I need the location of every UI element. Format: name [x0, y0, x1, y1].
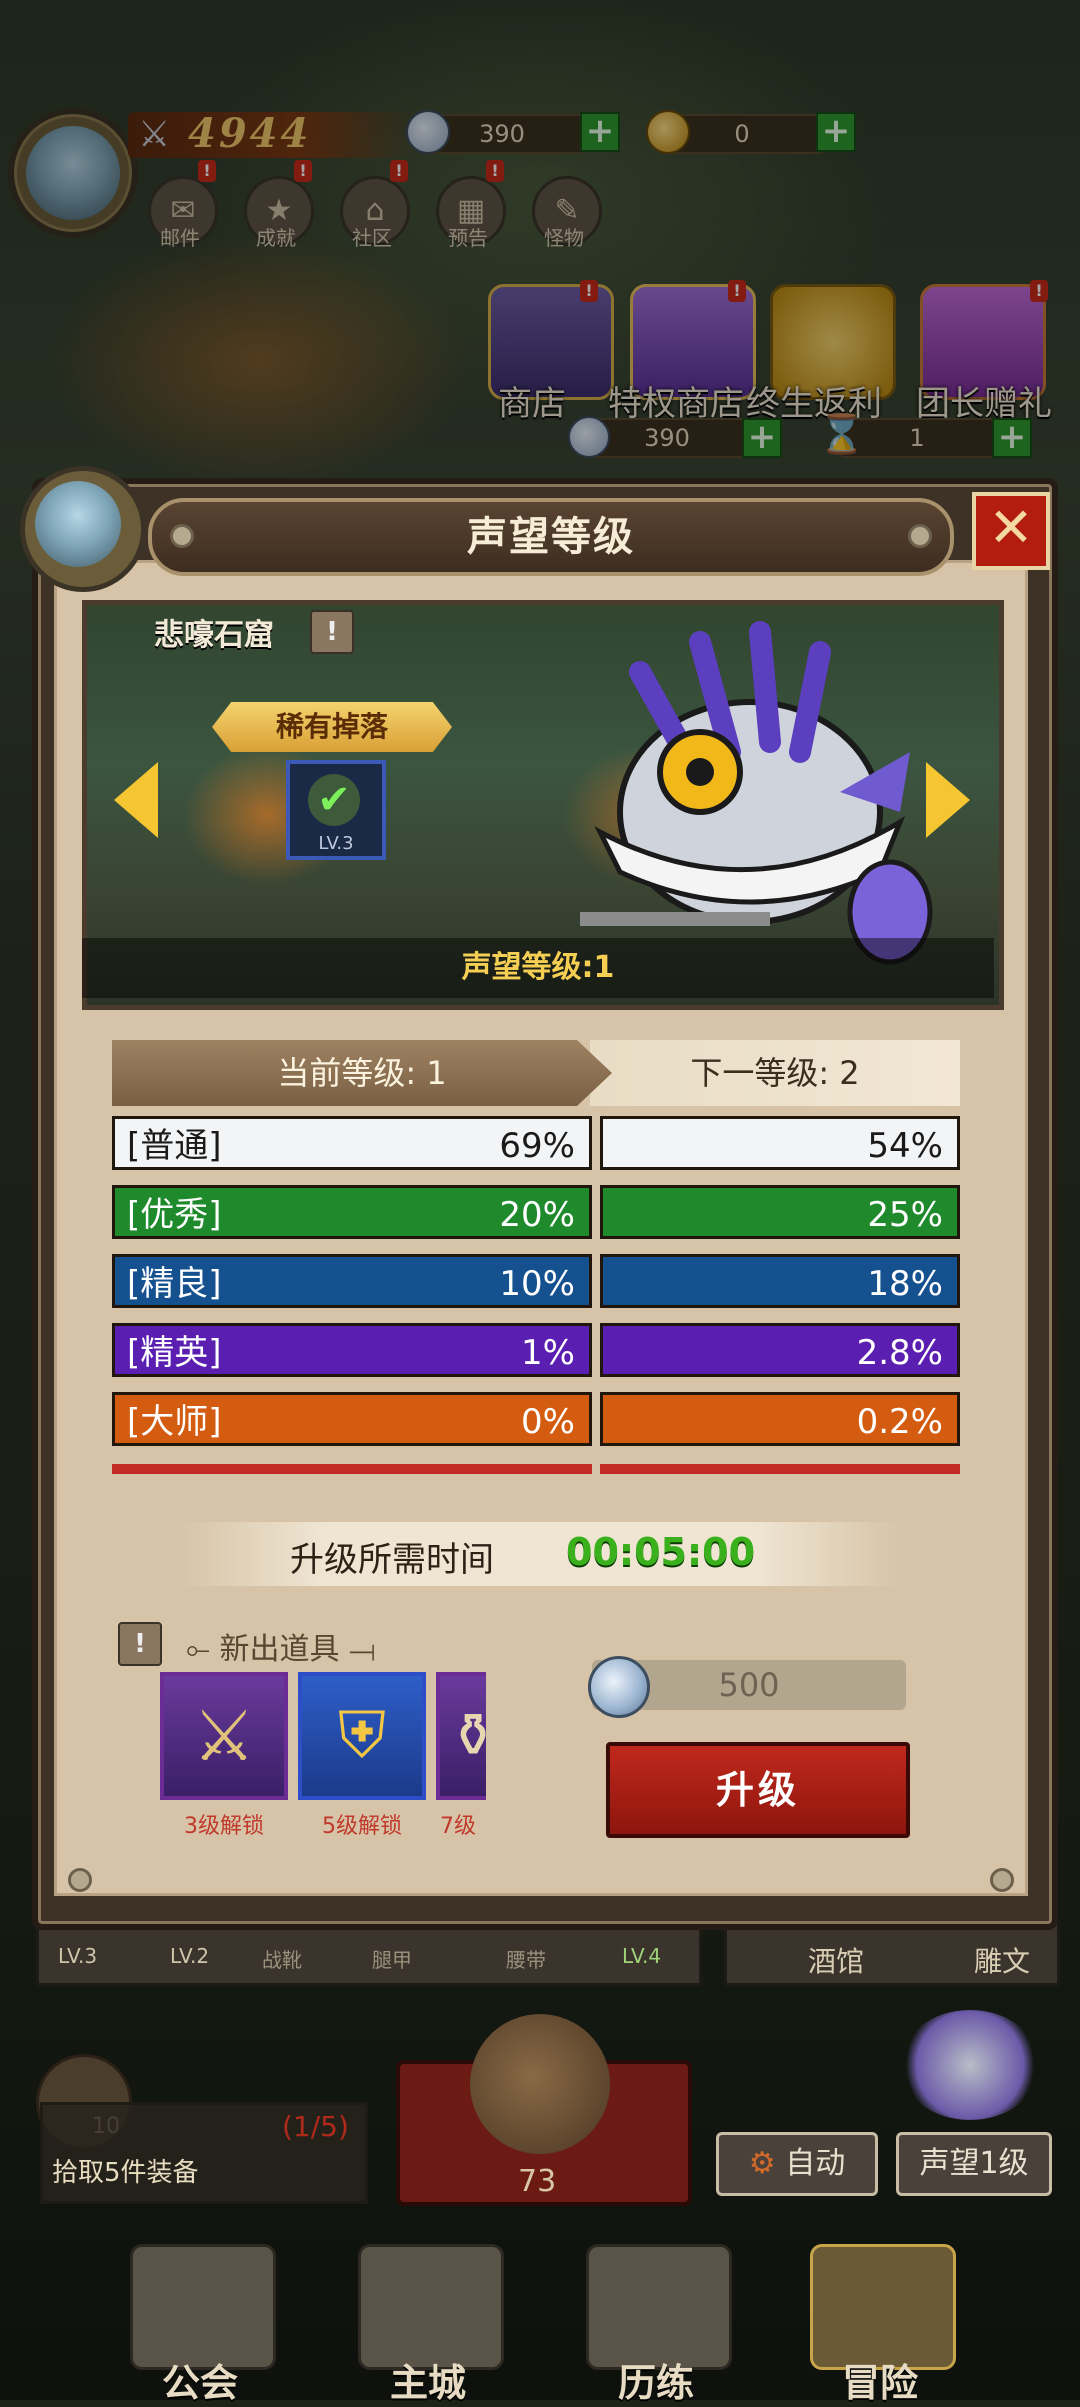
rare-drop-item[interactable]: ✔ LV.3: [286, 760, 386, 860]
close-button[interactable]: ✕: [972, 492, 1050, 570]
rarity-row-current: [大师] 0%: [112, 1392, 592, 1446]
rarity-current-rate: 20%: [499, 1195, 575, 1235]
sack-icon: [470, 2014, 610, 2154]
new-items-info-button[interactable]: !: [118, 1622, 162, 1666]
loot-progress: (1/5): [282, 2110, 349, 2143]
upgrade-button[interactable]: 升级: [606, 1742, 910, 1838]
rarity-row-next: 54%: [600, 1116, 960, 1170]
equip-slot-label[interactable]: 腰带: [506, 1944, 546, 1973]
auto-button[interactable]: ⚙ 自动: [716, 2132, 878, 2196]
monster-illustration: [580, 621, 933, 965]
upgrade-time-value: 00:05:00: [566, 1530, 756, 1574]
new-items-list: ⚔ ⛨ ⚱: [160, 1672, 486, 1800]
modal-title-bar: 声望等级: [148, 498, 954, 576]
rarity-current-rate: 0%: [521, 1402, 575, 1442]
modal-avatar: [20, 466, 146, 592]
monster-avatar: [900, 2010, 1040, 2120]
rarity-name: [优秀]: [127, 1195, 222, 1235]
prev-arrow-icon[interactable]: [114, 762, 158, 838]
ornament-icon: ⟞: [349, 1632, 376, 1667]
modal-title: 声望等级: [467, 514, 635, 560]
nav-guild[interactable]: 公会: [130, 2352, 270, 2407]
info-button[interactable]: !: [310, 610, 354, 654]
bag-count: 73: [518, 2164, 557, 2199]
reputation-level-button[interactable]: 声望1级: [896, 2132, 1052, 2196]
rarity-row-current: [精良] 10%: [112, 1254, 592, 1308]
rarity-next-rate: 54%: [867, 1126, 943, 1166]
rarity-name: [大师]: [127, 1402, 222, 1442]
new-items-header: ⟜ 新出道具 ⟞: [186, 1624, 375, 1668]
item-level: LV.3: [318, 833, 354, 854]
auto-label: 自动: [785, 2146, 846, 2181]
bolt-icon: [990, 1868, 1014, 1892]
tavern-tab[interactable]: 酒馆: [808, 1940, 864, 1980]
rarity-current-rate: 69%: [499, 1126, 575, 1166]
unlock-label: 5级解锁: [322, 1814, 402, 1839]
equip-slot-label[interactable]: 战靴: [262, 1944, 302, 1973]
rarity-next-rate: 2.8%: [856, 1333, 943, 1373]
gem-icon: [588, 1656, 650, 1718]
rarity-name: [精英]: [127, 1333, 222, 1373]
checkmark-icon: ✔: [308, 774, 360, 826]
rarity-current-rate: 10%: [499, 1264, 575, 1304]
reputation-level-label: 声望等级:1: [82, 938, 994, 998]
unlock-label: 3级解锁: [184, 1814, 264, 1839]
nav-training[interactable]: 历练: [586, 2352, 726, 2407]
rare-drop-ribbon: 稀有掉落: [212, 702, 452, 752]
rarity-row-current: [优秀] 20%: [112, 1185, 592, 1239]
rarity-current-rate: 1%: [521, 1333, 575, 1373]
next-level-tab: 下一等级: 2: [590, 1040, 960, 1106]
chest-armor-icon: ⛨: [338, 1699, 386, 1773]
equip-slot-label[interactable]: 腿甲: [372, 1944, 412, 1973]
carving-tab[interactable]: 雕文: [974, 1940, 1030, 1980]
bolt-icon: [68, 1868, 92, 1892]
close-icon: ✕: [988, 496, 1034, 559]
rarity-row-next: 2.8%: [600, 1323, 960, 1377]
equip-slot-label[interactable]: LV.2: [170, 1944, 209, 1968]
bolt-icon: [908, 524, 932, 548]
upgrade-time-row: 升级所需时间 00:05:00: [180, 1522, 900, 1586]
rarity-name: [普通]: [127, 1126, 222, 1166]
crossed-swords-icon: ⚔: [192, 1695, 256, 1777]
rarity-row-current: [普通] 69%: [112, 1116, 592, 1170]
rarity-row-next: 0.2%: [600, 1392, 960, 1446]
equip-slot-label[interactable]: LV.3: [58, 1944, 97, 1968]
rarity-row-next: 18%: [600, 1254, 960, 1308]
modal-portrait: [35, 481, 121, 567]
unlock-label: 7级: [440, 1814, 476, 1839]
equip-slot-label[interactable]: LV.4: [622, 1944, 661, 1968]
upgrade-time-label: 升级所需时间: [290, 1540, 494, 1580]
rarity-row-current: [精英] 1%: [112, 1323, 592, 1377]
gear-icon: ⚙: [748, 2146, 776, 2181]
new-items-label: 新出道具: [219, 1632, 340, 1667]
rarity-name: [精良]: [127, 1264, 222, 1304]
loot-task-label: 拾取5件装备: [52, 2158, 199, 2188]
nav-adventure[interactable]: 冒险: [810, 2352, 950, 2407]
new-item-card[interactable]: ⚔: [160, 1672, 288, 1800]
nav-main-city[interactable]: 主城: [358, 2352, 498, 2407]
new-item-card[interactable]: ⛨: [298, 1672, 426, 1800]
rarity-next-rate: 18%: [867, 1264, 943, 1304]
bolt-icon: [170, 524, 194, 548]
ornament-icon: ⟜: [186, 1632, 210, 1667]
potion-icon: ⚱: [448, 1701, 486, 1771]
hidden-row-left: [112, 1464, 592, 1474]
area-name: 悲嚎石窟: [154, 618, 274, 653]
rarity-next-rate: 0.2%: [856, 1402, 943, 1442]
rarity-row-next: 25%: [600, 1185, 960, 1239]
new-item-card[interactable]: ⚱: [436, 1672, 486, 1800]
rarity-next-rate: 25%: [867, 1195, 943, 1235]
current-level-tab: 当前等级: 1: [112, 1040, 612, 1106]
hidden-row-right: [600, 1464, 960, 1474]
